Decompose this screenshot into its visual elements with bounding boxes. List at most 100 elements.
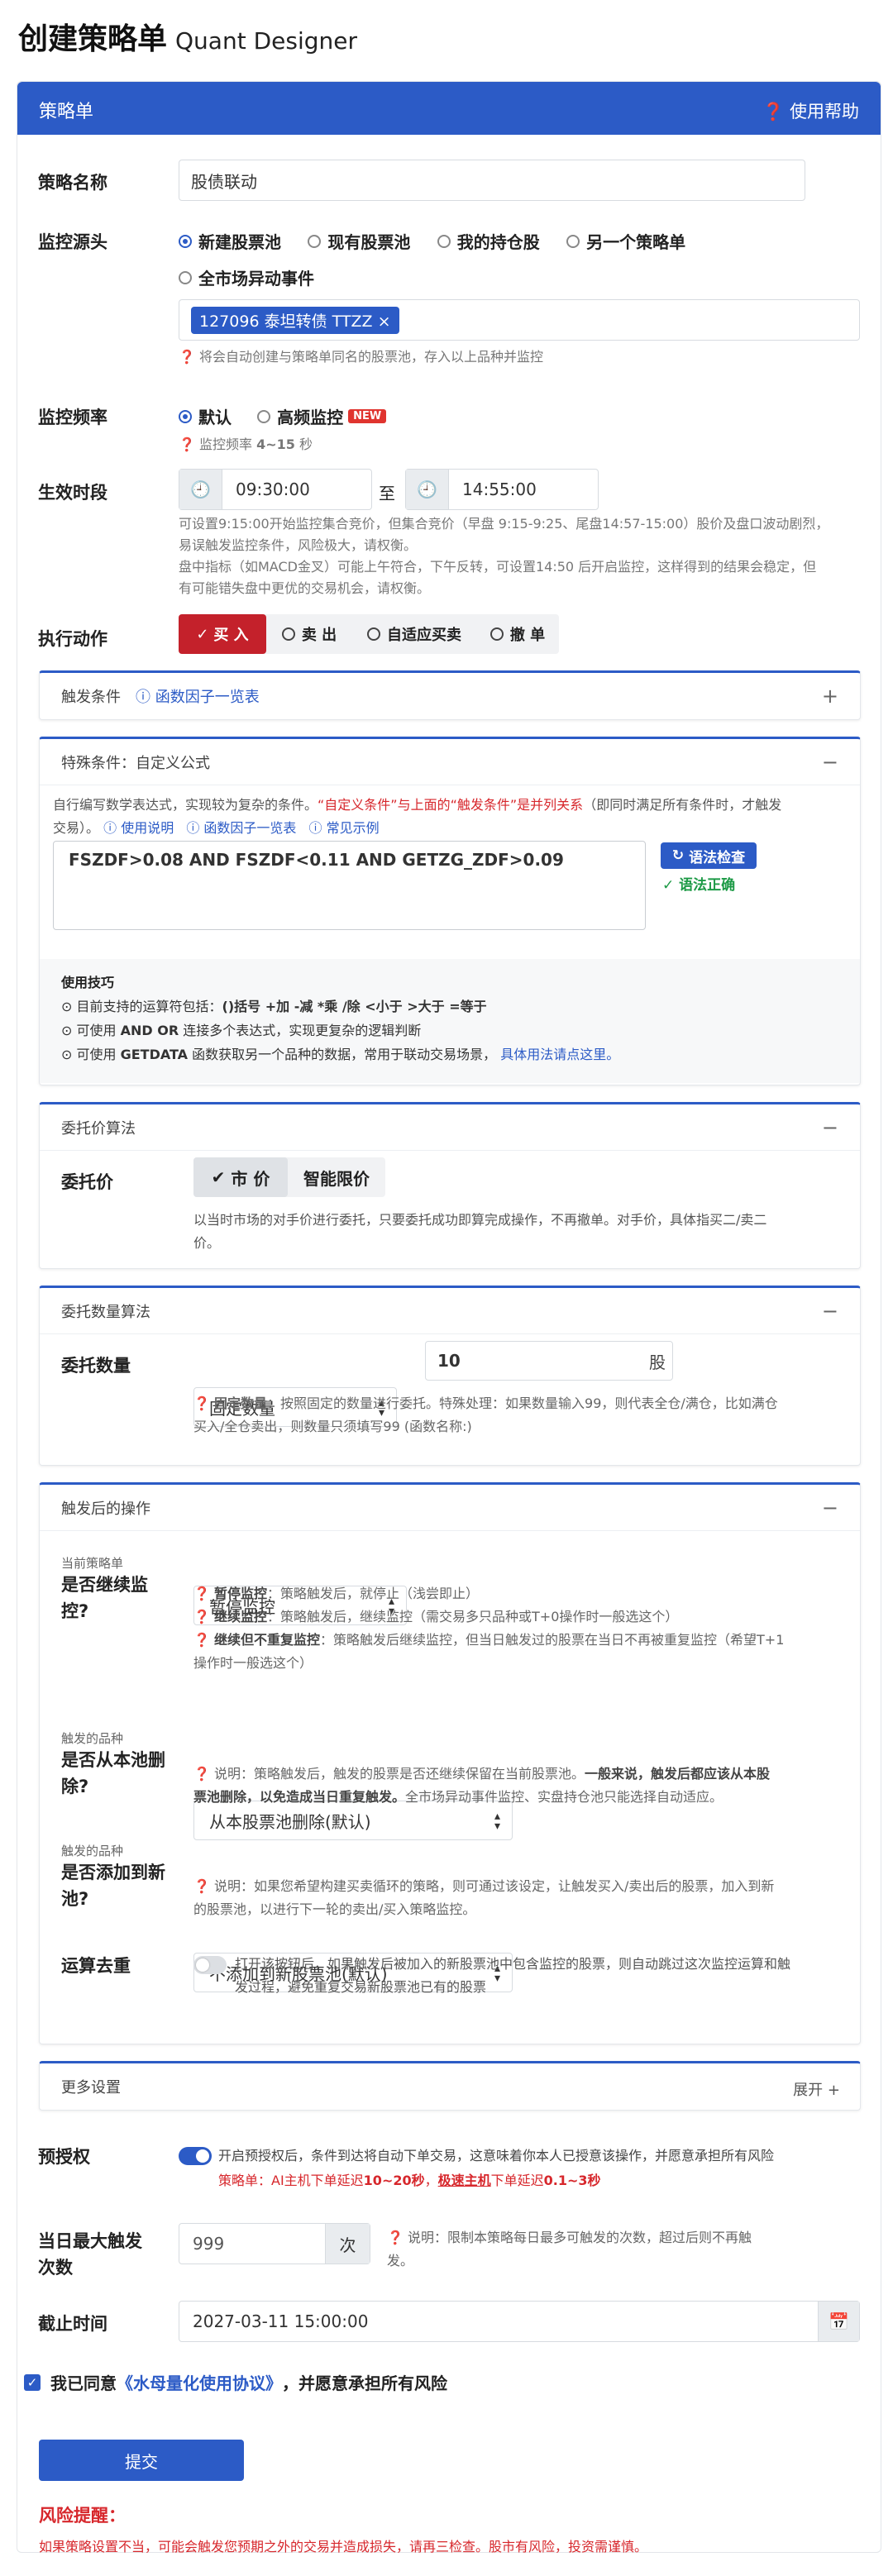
- dot-icon: ⊙: [61, 1047, 73, 1062]
- fast-host-link[interactable]: 极速主机: [438, 2173, 491, 2188]
- syntax-check-button[interactable]: ↻ 语法检查: [661, 842, 757, 869]
- source-other-strategy[interactable]: 另一个策略单: [566, 229, 685, 253]
- question-icon: ❓: [193, 1878, 210, 1894]
- question-icon: ❓: [193, 1766, 210, 1782]
- syntax-ok: ✓ 语法正确: [662, 877, 736, 894]
- factor-list-link[interactable]: ⓘ 函数因子一览表: [136, 685, 260, 707]
- trigger-header[interactable]: 触发条件 ⓘ 函数因子一览表 +: [40, 673, 860, 719]
- refresh-icon: ↻: [671, 847, 685, 864]
- collapse-icon: −: [821, 1496, 838, 1519]
- stock-tag: 127096 泰坦转债 TTZZ ×: [191, 306, 399, 334]
- clock-icon: 🕘: [406, 470, 449, 509]
- freq-default[interactable]: 默认: [179, 404, 232, 428]
- source-hint: ❓ 将会自动创建与策略单同名的股票池，存入以上品种并监控: [179, 349, 544, 365]
- toggle-knob: [196, 1958, 209, 1972]
- strategy-card: 策略单 ❓ 使用帮助 策略名称 股债联动 监控源头 新建股票池 现有股票池 我的…: [17, 81, 881, 2555]
- agree-checkbox[interactable]: ✓: [24, 2373, 41, 2391]
- select-arrow-icon: ▴ ▾: [494, 1810, 500, 1833]
- check-circle-icon: ✔: [211, 1167, 226, 1187]
- maxday-unit: 次: [325, 2224, 370, 2264]
- question-icon: ❓: [193, 1395, 210, 1411]
- plus-icon: +: [827, 2082, 840, 2099]
- question-icon: ❓: [762, 102, 785, 122]
- qty-note: ❓ 固定数量：按照固定的数量进行委托。特殊处理：如果数量输入99，则代表全仓/满…: [193, 1395, 778, 1434]
- factor-link[interactable]: ⓘ 函数因子一览表: [186, 820, 296, 836]
- new-badge: NEW: [348, 409, 387, 423]
- risk-title: 风险提醒：: [39, 2506, 126, 2526]
- examples-link[interactable]: ⓘ 常见示例: [309, 820, 380, 836]
- name-input[interactable]: 股债联动: [179, 160, 805, 201]
- action-auto[interactable]: 自适应买卖: [352, 614, 476, 654]
- question-icon: ❓: [179, 436, 195, 452]
- question-icon: ❓: [193, 1609, 210, 1624]
- deadline-label: 截止时间: [38, 2314, 107, 2334]
- source-options: 新建股票池 现有股票池 我的持仓股 另一个策略单: [179, 229, 857, 253]
- collapse-icon: −: [821, 1300, 838, 1323]
- radio-checked-icon: [179, 234, 192, 248]
- price-smart-limit[interactable]: 智能限价: [288, 1157, 385, 1197]
- dot-icon: ⊙: [61, 1023, 73, 1038]
- question-icon: ❓: [387, 2230, 404, 2245]
- add-notes: ❓ 说明：如果您希望构建买卖循环的策略，则可通过该设定，让触发买入/卖出后的股票…: [193, 1878, 775, 1917]
- action-sell[interactable]: 卖 出: [266, 614, 352, 654]
- start-time-input[interactable]: 🕘 09:30:00: [179, 469, 372, 510]
- question-icon: ❓: [193, 1632, 210, 1648]
- dot-icon: ⊙: [61, 999, 73, 1014]
- page-title: 创建策略单 Quant Designer: [18, 22, 357, 56]
- card-title: 策略单: [39, 102, 94, 122]
- after-header[interactable]: 触发后的操作 −: [40, 1485, 860, 1531]
- price-header[interactable]: 委托价算法 −: [40, 1104, 860, 1151]
- qty-input[interactable]: 10 股: [425, 1341, 673, 1381]
- clock-icon: 🕘: [179, 470, 222, 509]
- price-label: 委托价: [61, 1172, 113, 1192]
- preauth-toggle[interactable]: [179, 2147, 212, 2165]
- formula-textarea[interactable]: FSZDF>0.08 AND FSZDF<0.11 AND GETZG_ZDF>…: [53, 841, 646, 930]
- time-separator: 至: [379, 484, 395, 503]
- deadline-input[interactable]: 2027-03-11 15:00:00 📅: [179, 2301, 860, 2342]
- name-label: 策略名称: [38, 173, 107, 193]
- toggle-knob: [196, 2149, 209, 2163]
- end-time-input[interactable]: 🕘 14:55:00: [405, 469, 599, 510]
- dedup-label: 运算去重: [61, 1956, 131, 1976]
- special-desc: 自行编写数学表达式，实现较为复杂的条件。“自定义条件”与上面的“触发条件”是并列…: [53, 797, 782, 836]
- action-label: 执行动作: [38, 629, 107, 649]
- maxday-input[interactable]: 999 次: [179, 2223, 370, 2264]
- remove-notes: ❓ 说明：策略触发后，触发的股票是否还继续保留在当前股票池。一般来说，触发后都应…: [193, 1766, 771, 1805]
- special-header[interactable]: 特殊条件：自定义公式 −: [40, 739, 860, 785]
- time-label: 生效时段: [38, 483, 107, 503]
- expand-icon[interactable]: +: [822, 685, 838, 708]
- check-icon: ✓: [662, 877, 675, 894]
- price-note: 以当时市场的对手价进行委托，只要委托成功即算完成操作，不再撤单。对手价，具体指买…: [193, 1212, 767, 1251]
- more-header[interactable]: 更多设置 展开 +: [40, 2063, 860, 2110]
- qty-section: 委托数量算法 − 委托数量 固定数量 ▴ ▾ 10 股 ❓ 固定数量：按照固定的数量进…: [39, 1286, 861, 1466]
- freq-high[interactable]: 高频监控 NEW: [257, 404, 387, 428]
- maxday-label: 当日最大触发 次数: [38, 2231, 142, 2278]
- source-market-events[interactable]: 全市场异动事件: [179, 265, 336, 289]
- source-new-pool[interactable]: 新建股票池: [179, 229, 281, 253]
- tips-box: 使用技巧 ⊙ 目前支持的运算符包括：()括号 +加 -减 *乘 /除 <小于 >…: [40, 959, 860, 1083]
- continue-notes: ❓ 暂停监控：策略触发后，就停止（浅尝即止） ❓ 继续监控：策略触发后，继续监控…: [193, 1586, 785, 1671]
- radio-icon: [308, 234, 322, 248]
- action-group: ✓ 买 入 卖 出 自适应买卖 撤 单: [179, 614, 559, 654]
- stock-tag-input[interactable]: 127096 泰坦转债 TTZZ ×: [179, 299, 860, 341]
- source-holdings[interactable]: 我的持仓股: [437, 229, 540, 253]
- question-icon: ❓: [193, 1586, 210, 1601]
- dedup-toggle[interactable]: [193, 1956, 227, 1974]
- source-existing-pool[interactable]: 现有股票池: [308, 229, 410, 253]
- collapse-icon: −: [821, 751, 838, 774]
- action-buy[interactable]: ✓ 买 入: [179, 614, 266, 654]
- agreement-link[interactable]: 《水母量化使用协议》: [117, 2370, 282, 2394]
- expand-link[interactable]: 展开 +: [793, 2078, 840, 2100]
- help-link[interactable]: ❓ 使用帮助: [762, 98, 859, 123]
- price-section: 委托价算法 − 委托价 ✔ 市 价 智能限价 以当时市场的对手价进行委托，只要委托…: [39, 1102, 861, 1269]
- getdata-usage-link[interactable]: 具体用法请点这里。: [500, 1047, 619, 1062]
- action-cancel[interactable]: 撤 单: [476, 614, 559, 654]
- radio-icon: [179, 270, 192, 284]
- usage-link[interactable]: ⓘ 使用说明: [103, 820, 174, 836]
- tag-close-icon[interactable]: ×: [378, 312, 391, 331]
- calendar-icon[interactable]: 📅: [818, 2302, 859, 2341]
- qty-header[interactable]: 委托数量算法 −: [40, 1288, 860, 1334]
- freq-hint: ❓ 监控频率 4~15 秒: [179, 436, 313, 452]
- submit-button[interactable]: 提交: [39, 2440, 244, 2481]
- price-market[interactable]: ✔ 市 价: [193, 1157, 288, 1197]
